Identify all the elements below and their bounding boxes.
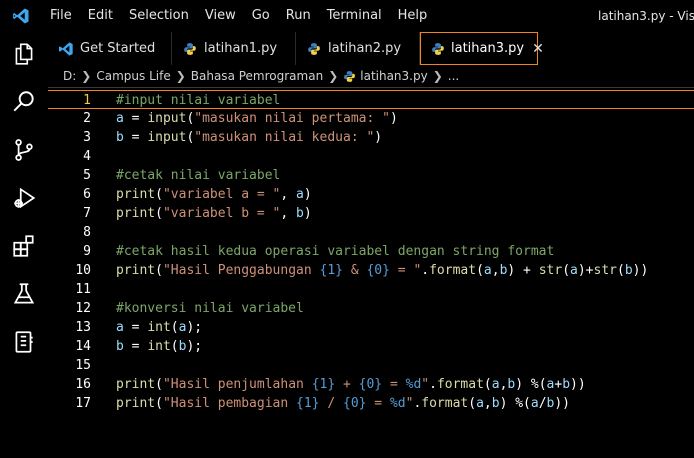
code-line[interactable]: 16 print("Hasil penjumlahan {1} + {0} = %…: [48, 375, 694, 394]
line-code: print("variabel b = ", b): [116, 206, 312, 221]
breadcrumb: D: ❯ Campus Life ❯ Bahasa Pemrograman ❯ …: [48, 65, 694, 87]
tab-latihan2[interactable]: latihan2.py: [296, 32, 420, 65]
breadcrumb-folder[interactable]: Bahasa Pemrograman: [191, 69, 323, 83]
code-line[interactable]: 7 print("variabel b = ", b): [48, 204, 694, 223]
code-line[interactable]: 15: [48, 356, 694, 375]
tab-latihan1[interactable]: latihan1.py: [172, 32, 296, 65]
line-number: 1: [83, 93, 91, 108]
code-line[interactable]: 3 b = input("masukan nilai kedua: "): [48, 128, 694, 147]
line-number: 6: [83, 187, 91, 202]
title-bar: File Edit Selection View Go Run Terminal…: [0, 0, 694, 32]
code-editor[interactable]: 1 #input nilai variabel 2 a = input("masuka…: [48, 87, 694, 458]
python-icon: [431, 41, 445, 57]
menu-go[interactable]: Go: [244, 0, 278, 32]
line-number: 12: [75, 301, 91, 316]
line-number: 7: [83, 206, 91, 221]
menu-help[interactable]: Help: [390, 0, 436, 32]
menu-bar: File Edit Selection View Go Run Terminal…: [42, 0, 435, 32]
code-line[interactable]: 2 a = input("masukan nilai pertama: "): [48, 109, 694, 128]
close-icon[interactable]: ✕: [532, 41, 544, 57]
search-icon[interactable]: [0, 82, 48, 122]
code-line[interactable]: 5 #cetak nilai variabel: [48, 166, 694, 185]
line-number: 14: [75, 339, 91, 354]
line-number: 16: [75, 377, 91, 392]
code-line[interactable]: 1 #input nilai variabel: [48, 90, 694, 109]
python-icon: [343, 70, 356, 83]
line-code: print("variabel a = ", a): [116, 187, 312, 202]
activity-bar: [0, 32, 48, 458]
breadcrumb-drive[interactable]: D:: [63, 69, 76, 83]
explorer-icon[interactable]: [0, 34, 48, 74]
code-line[interactable]: 12 #konversi nilai variabel: [48, 299, 694, 318]
line-number: 9: [83, 244, 91, 259]
line-number: 15: [75, 358, 91, 373]
line-number: 8: [83, 225, 91, 240]
python-icon: [182, 41, 198, 57]
run-debug-icon[interactable]: [0, 178, 48, 218]
line-number: 3: [83, 130, 91, 145]
breadcrumb-more[interactable]: ...: [448, 69, 459, 83]
source-control-icon[interactable]: [0, 130, 48, 170]
editor-tabs: Get Started latihan1.py latihan2.py lati…: [48, 32, 694, 65]
chevron-right-icon: ❯: [175, 69, 186, 83]
menu-terminal[interactable]: Terminal: [319, 0, 390, 32]
line-number: 4: [83, 149, 91, 164]
menu-view[interactable]: View: [197, 0, 244, 32]
code-line[interactable]: 9 #cetak hasil kedua operasi variabel den…: [48, 242, 694, 261]
line-number: 17: [75, 396, 91, 411]
remote-icon[interactable]: [0, 322, 48, 362]
line-number: 5: [83, 168, 91, 183]
code-line[interactable]: 17 print("Hasil pembagian {1} / {0} = %d"…: [48, 394, 694, 413]
menu-edit[interactable]: Edit: [80, 0, 121, 32]
line-code: a = input("masukan nilai pertama: "): [116, 111, 398, 126]
tab-label: latihan3.py: [451, 41, 525, 56]
line-code: #input nilai variabel: [116, 93, 281, 108]
line-code: print("Hasil penjumlahan {1} + {0} = %d"…: [116, 377, 586, 392]
line-code: print("Hasil pembagian {1} / {0} = %d".f…: [116, 396, 571, 411]
menu-file[interactable]: File: [42, 0, 80, 32]
line-code: b = input("masukan nilai kedua: "): [116, 130, 383, 145]
testing-icon[interactable]: [0, 274, 48, 314]
code-line[interactable]: 6 print("variabel a = ", a): [48, 185, 694, 204]
window-title: latihan3.py - Visua: [598, 9, 694, 23]
code-line[interactable]: 11: [48, 280, 694, 299]
breadcrumb-file[interactable]: latihan3.py: [360, 69, 427, 83]
line-code: a = int(a);: [116, 320, 203, 335]
code-line[interactable]: 8: [48, 223, 694, 242]
code-line[interactable]: 4: [48, 147, 694, 166]
line-code: print("Hasil Penggabungan {1} & {0} = ".…: [116, 263, 649, 278]
line-code: b = int(b);: [116, 339, 203, 354]
breadcrumb-folder[interactable]: Campus Life: [96, 69, 170, 83]
code-line[interactable]: 14 b = int(b);: [48, 337, 694, 356]
tab-latihan3[interactable]: latihan3.py ✕: [420, 32, 544, 65]
tab-label: latihan1.py: [204, 41, 278, 56]
vscode-icon: [58, 41, 74, 57]
extensions-icon[interactable]: [0, 226, 48, 266]
tab-label: Get Started: [80, 41, 156, 56]
line-code: #cetak hasil kedua operasi variabel deng…: [116, 244, 555, 259]
line-number: 2: [83, 111, 91, 126]
code-line[interactable]: 13 a = int(a);: [48, 318, 694, 337]
tab-get-started[interactable]: Get Started: [48, 32, 172, 65]
line-code: #konversi nilai variabel: [116, 301, 304, 316]
chevron-right-icon: ❯: [328, 69, 339, 83]
code-line[interactable]: 10 print("Hasil Penggabungan {1} & {0} = …: [48, 261, 694, 280]
chevron-right-icon: ❯: [81, 69, 92, 83]
tab-label: latihan2.py: [328, 41, 402, 56]
line-number: 10: [75, 263, 91, 278]
line-number: 13: [75, 320, 91, 335]
chevron-right-icon: ❯: [432, 69, 443, 83]
line-number: 11: [75, 282, 91, 297]
vscode-logo-icon: [0, 0, 42, 32]
python-icon: [306, 41, 322, 57]
menu-selection[interactable]: Selection: [121, 0, 197, 32]
line-code: #cetak nilai variabel: [116, 168, 281, 183]
menu-run[interactable]: Run: [278, 0, 319, 32]
